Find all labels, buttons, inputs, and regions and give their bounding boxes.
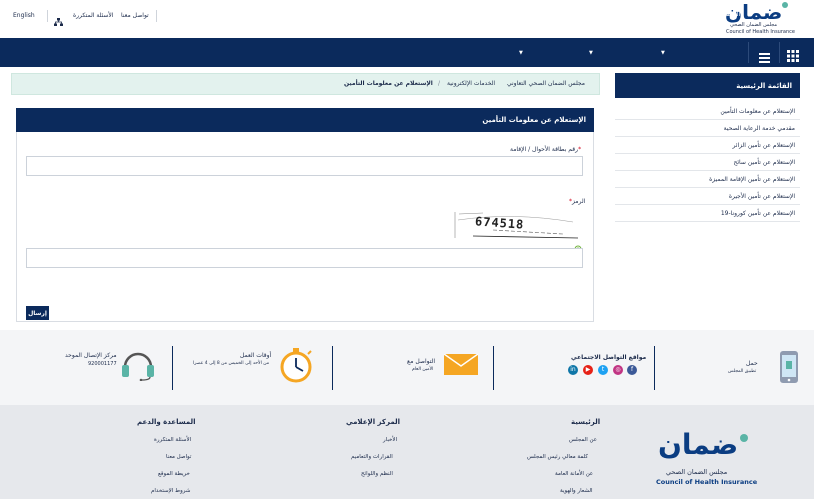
nav-divider xyxy=(748,42,749,63)
footer-link[interactable]: خريطة الموقع xyxy=(158,471,190,477)
footer-link[interactable]: كلمة معالي رئيس المجلس xyxy=(527,454,588,460)
sidebar-header: القائمة الرئيسية xyxy=(615,73,800,98)
sidebar-item-insurance-info[interactable]: الإستعلام عن معلومات التأمين xyxy=(615,103,800,120)
footer-logo-arabic: ضمان xyxy=(658,428,739,461)
nav-home[interactable]: الرئيسية xyxy=(718,10,740,18)
breadcrumb-services[interactable]: الخدمات الإلكترونية xyxy=(447,80,495,87)
footer-col-title: المساعدة والدعم xyxy=(137,418,196,426)
youtube-icon[interactable]: ▶ xyxy=(583,365,593,375)
nav-divider xyxy=(779,42,780,63)
footer-link[interactable]: عن المجلس xyxy=(569,437,597,443)
footer-link[interactable]: الشعار والهوية xyxy=(560,488,593,494)
strip-divider xyxy=(172,346,173,390)
twitter-icon[interactable]: t xyxy=(598,365,608,375)
id-number-label: رقم بطاقة الأحوال / الإقامة* xyxy=(510,146,582,153)
sidebar-item-tourist-insurance[interactable]: الإستعلام عن تأمين سائح xyxy=(615,154,800,171)
sidebar-item-premium-residency[interactable]: الإستعلام عن تأمين الإقامة المميزة xyxy=(615,171,800,188)
mail-subtitle: الأمين العام xyxy=(412,367,434,372)
footer-col-title: المركز الإعلامي xyxy=(346,418,401,426)
id-number-field[interactable] xyxy=(26,156,583,176)
captcha-image: 674518 xyxy=(453,208,583,240)
main-nav xyxy=(0,38,814,67)
logo-arabic-sub: مجلس الضمان الصحي xyxy=(730,22,778,28)
footer-link[interactable]: عن الأمانة العامة xyxy=(555,471,593,477)
chevron-down-icon: ▼ xyxy=(519,50,523,56)
footer-link[interactable]: تواصل معنا xyxy=(166,454,191,460)
logo-english: Council of Health Insurance xyxy=(726,29,795,35)
site-logo[interactable]: ضمان مجلس الضمان الصحي Council of Health… xyxy=(722,0,802,38)
instagram-icon[interactable]: ◎ xyxy=(613,365,623,375)
apps-grid-icon[interactable] xyxy=(787,47,799,62)
stopwatch-icon xyxy=(278,347,314,383)
footer-link[interactable]: الأسئلة المتكررة xyxy=(154,437,191,443)
logo-dot xyxy=(782,2,788,8)
divider xyxy=(156,10,157,22)
strip-divider xyxy=(654,346,655,390)
nav-nafees[interactable]: منصة نفيس xyxy=(465,10,497,18)
facebook-icon[interactable]: f xyxy=(627,365,637,375)
breadcrumb-separator: / xyxy=(438,80,441,87)
chevron-down-icon: ▼ xyxy=(589,50,593,56)
english-link[interactable]: English xyxy=(13,12,35,19)
call-center-title: مركز الإتصال الموحد xyxy=(65,352,117,359)
app-subtitle: تطبيق المجلس xyxy=(728,369,757,374)
sitemap-icon[interactable] xyxy=(54,11,63,26)
call-center-number[interactable]: 920001177 xyxy=(88,361,117,367)
strip-divider xyxy=(493,346,494,390)
captcha-label: *الرمز xyxy=(569,198,586,205)
footer-col-title: الرئيسية xyxy=(571,418,601,426)
submit-button[interactable]: إرسال xyxy=(26,306,49,320)
breadcrumb-home[interactable]: مجلس الضمان الصحي التعاوني xyxy=(507,80,585,87)
form-header: الإستعلام عن معلومات التأمين xyxy=(16,108,594,132)
sidebar-title: القائمة الرئيسية xyxy=(736,82,792,90)
logo-dot xyxy=(740,434,748,442)
footer-logo-arabic-sub: مجلس الضمان الصحي xyxy=(666,468,728,476)
divider xyxy=(47,10,48,22)
strip-divider xyxy=(332,346,333,390)
social-title: مواقع التواصل الاجتماعي xyxy=(571,354,647,361)
nav-regulations[interactable]: الأنظمة واللوائح xyxy=(596,10,638,18)
footer-link[interactable]: النظم واللوائح xyxy=(361,471,393,477)
chevron-down-icon: ▼ xyxy=(661,50,665,56)
linkedin-icon[interactable]: in xyxy=(568,365,578,375)
breadcrumb-current: الإستعلام عن معلومات التأمين xyxy=(344,80,433,87)
captcha-field[interactable] xyxy=(26,248,583,268)
footer-logo[interactable]: ضمان مجلس الضمان الصحي Council of Health… xyxy=(652,428,762,490)
footer-logo-english: Council of Health Insurance xyxy=(656,478,758,486)
sidebar-item-covid-insurance[interactable]: الإستعلام عن تأمين كورونا-19 xyxy=(615,205,800,222)
app-title: حمل xyxy=(746,360,758,367)
mail-title: التواصل مع xyxy=(407,358,436,365)
headset-icon[interactable] xyxy=(120,347,156,382)
mobile-app-icon[interactable] xyxy=(780,351,798,383)
nav-about[interactable]: عن المجلس xyxy=(668,10,701,18)
nav-media[interactable]: المركز الاعلامي xyxy=(526,10,568,18)
top-bar xyxy=(0,0,814,38)
menu-list-icon[interactable] xyxy=(759,48,770,63)
hours-subtitle: من الأحد إلى الخميس من 8 إلى 4 عصرا xyxy=(193,361,270,366)
footer-link[interactable]: الأخبار xyxy=(383,437,397,443)
footer-link[interactable]: شروط الإستخدام xyxy=(151,488,190,494)
mail-icon[interactable] xyxy=(443,353,479,375)
hours-title: أوقات العمل xyxy=(240,352,272,359)
sidebar-item-worker-insurance[interactable]: الإستعلام عن تأمين الأجيرة xyxy=(615,188,800,205)
footer-link[interactable]: القرارات والتعاميم xyxy=(351,454,393,460)
form-title: الإستعلام عن معلومات التأمين xyxy=(482,116,586,124)
sidebar-item-visitor-insurance[interactable]: الإستعلام عن تأمين الزائر xyxy=(615,137,800,154)
sidebar-item-healthcare-providers[interactable]: مقدمي خدمة الرعاية الصحية xyxy=(615,120,800,137)
contact-link[interactable]: تواصل معنا xyxy=(121,12,149,19)
faq-link[interactable]: الأسئلة المتكررة xyxy=(73,12,113,19)
refresh-captcha-icon[interactable] xyxy=(574,238,582,253)
